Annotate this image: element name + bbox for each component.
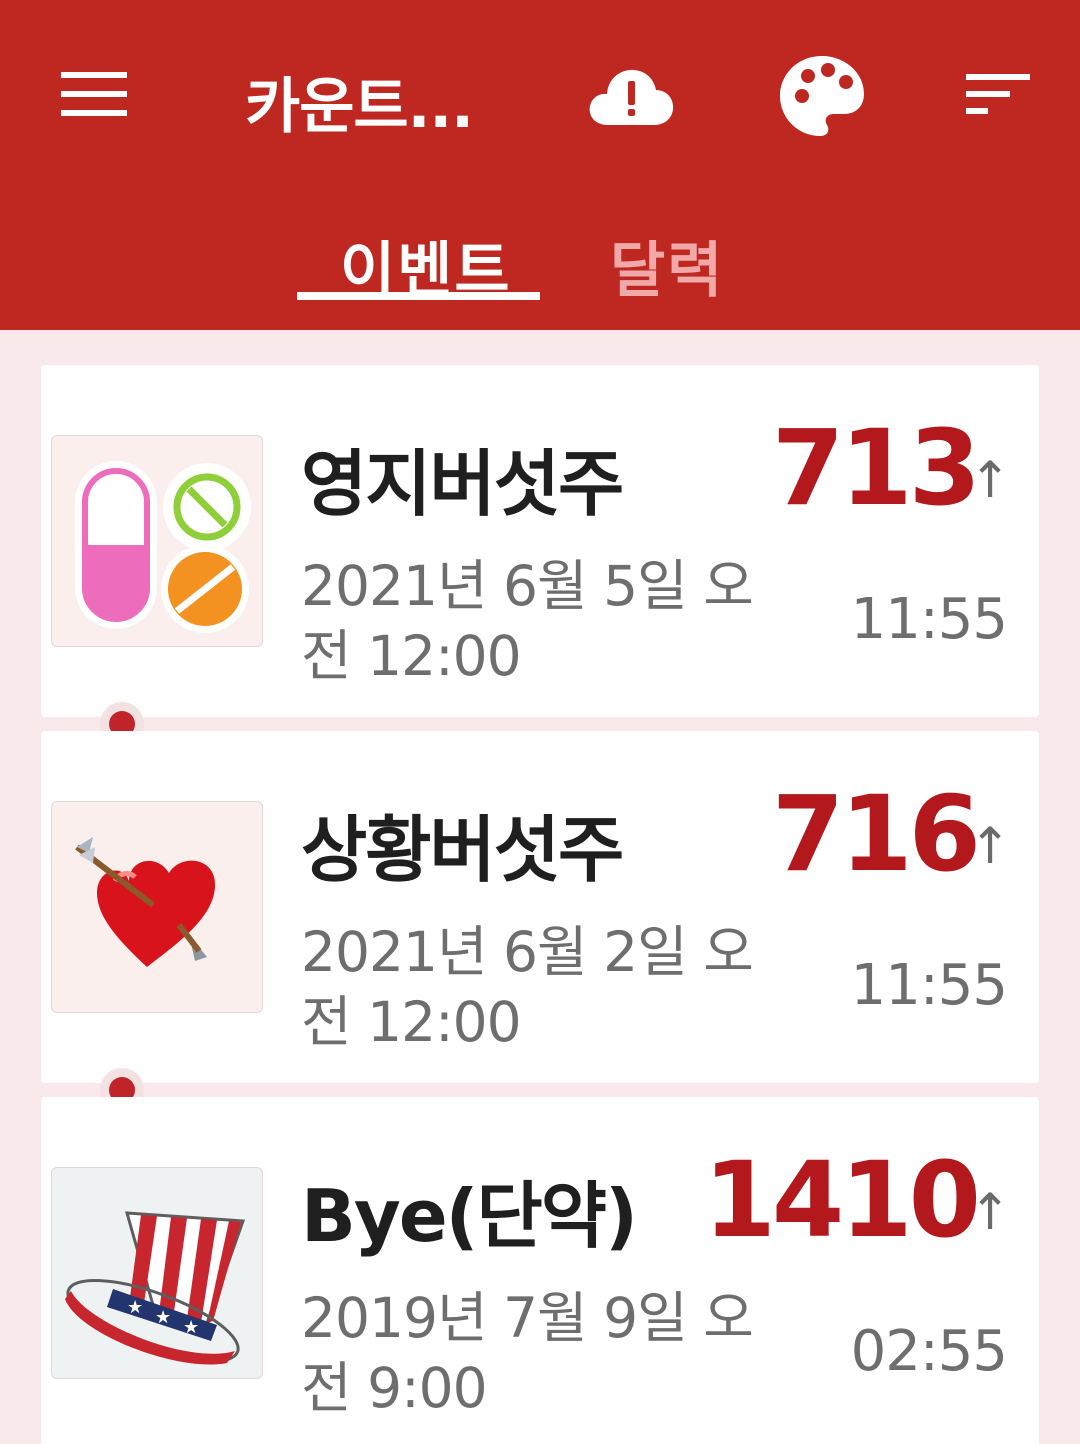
svg-text:★: ★ <box>127 1297 143 1318</box>
uncle-sam-hat-icon: ★ ★ ★ <box>51 1167 263 1379</box>
count-up-arrow-icon: ↑ <box>969 817 1011 875</box>
cloud-alert-icon[interactable] <box>585 55 677 135</box>
event-title: Bye(단약) <box>301 1174 638 1258</box>
menu-icon[interactable] <box>55 62 133 126</box>
event-date: 2021년 6월 5일 오전 12:00 <box>301 554 754 688</box>
event-count: 716 <box>771 773 981 895</box>
svg-text:★: ★ <box>183 1317 199 1338</box>
event-time: 11:55 <box>850 953 1008 1018</box>
count-up-arrow-icon: ↑ <box>969 451 1011 509</box>
app-title: 카운트... <box>245 72 474 142</box>
event-card[interactable]: ★ ★ ★ Bye(단약) 1410 ↑ 2019년 7월 9일 오전 9:00… <box>41 1097 1039 1444</box>
active-tab-indicator <box>297 292 540 300</box>
event-count: 713 <box>771 407 981 529</box>
heart-arrow-icon <box>51 801 263 1013</box>
pills-icon <box>51 435 263 647</box>
count-up-arrow-icon: ↑ <box>969 1183 1011 1241</box>
svg-text:★: ★ <box>155 1307 171 1328</box>
event-list[interactable]: 영지버섯주 713 ↑ 2021년 6월 5일 오전 12:00 11:55 상… <box>0 330 1080 1444</box>
event-date: 2019년 7월 9일 오전 9:00 <box>301 1286 754 1420</box>
sort-icon[interactable] <box>962 68 1034 120</box>
palette-icon[interactable] <box>775 52 869 140</box>
event-time: 11:55 <box>850 587 1008 652</box>
event-time: 02:55 <box>850 1319 1008 1384</box>
event-card[interactable]: 상황버섯주 716 ↑ 2021년 6월 2일 오전 12:00 11:55 <box>41 731 1039 1083</box>
event-title: 상황버섯주 <box>301 808 624 892</box>
event-date: 2021년 6월 2일 오전 12:00 <box>301 920 754 1054</box>
event-count: 1410 <box>703 1139 981 1261</box>
app-bar: 카운트... 이벤트 달력 <box>0 0 1080 330</box>
tab-calendar[interactable]: 달력 <box>610 222 724 309</box>
event-title: 영지버섯주 <box>301 442 624 526</box>
event-card[interactable]: 영지버섯주 713 ↑ 2021년 6월 5일 오전 12:00 11:55 <box>41 365 1039 717</box>
